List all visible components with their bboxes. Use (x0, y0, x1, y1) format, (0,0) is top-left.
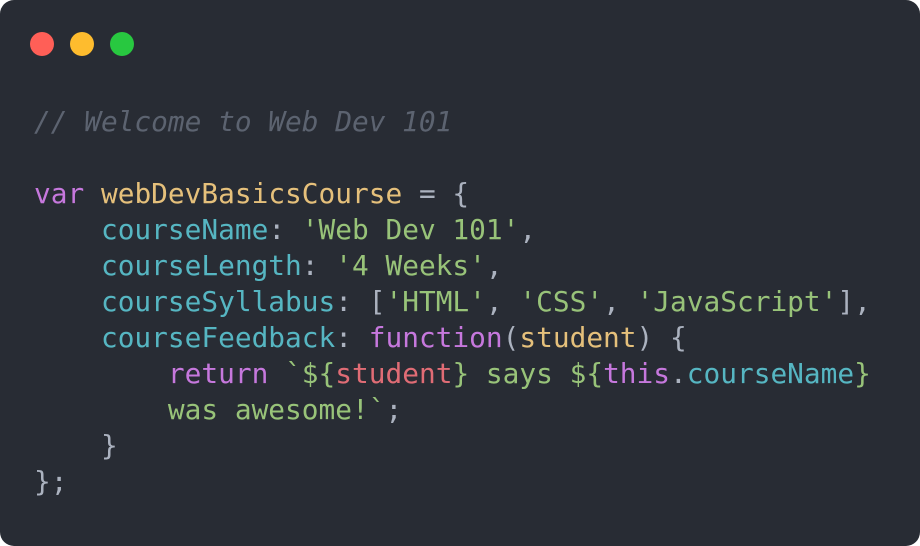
close-button[interactable] (30, 32, 54, 56)
keyword-this: this (603, 357, 671, 390)
string-course-length: '4 Weeks' (335, 249, 486, 282)
code-line-course-syllabus: courseSyllabus: ['HTML', 'CSS', 'JavaScr… (34, 284, 871, 320)
colon: : (301, 249, 336, 282)
code-comment: // Welcome to Web Dev 101 (34, 105, 453, 138)
keyword-return: return (167, 357, 269, 390)
code-line-course-name: courseName: 'Web Dev 101', (34, 212, 871, 248)
variable-name: webDevBasicsCourse (100, 177, 403, 210)
property-course-length: courseLength (100, 249, 302, 282)
code-line-return: return `${student} says ${this.courseNam… (34, 356, 871, 392)
template-middle: } says ${ (452, 357, 604, 390)
code-line-outer-close: }; (34, 464, 871, 500)
keyword-function: function (368, 321, 503, 354)
comma: , (519, 213, 537, 246)
colon: : (335, 321, 369, 354)
code-window: // Welcome to Web Dev 101 var webDevBasic… (0, 0, 920, 546)
string-javascript: 'JavaScript' (636, 285, 838, 318)
colon: : (335, 285, 369, 318)
interpolated-student: student (335, 357, 453, 390)
string-css: 'CSS' (519, 285, 604, 318)
template-open: `${ (285, 357, 336, 390)
array-close: ], (837, 285, 871, 318)
window-controls (30, 32, 134, 56)
parameter-student: student (519, 321, 637, 354)
property-course-name: courseName (100, 213, 269, 246)
comma: , (485, 249, 503, 282)
string-html: 'HTML' (385, 285, 486, 318)
string-course-name: 'Web Dev 101' (301, 213, 520, 246)
outer-close-brace: }; (34, 465, 68, 498)
template-brace-close: } (854, 357, 871, 390)
separator: , (603, 285, 637, 318)
semicolon: ; (385, 393, 403, 426)
code-line-course-length: courseLength: '4 Weeks', (34, 248, 871, 284)
assign-operator: = { (402, 177, 470, 210)
code-line-var: var webDevBasicsCourse = { (34, 176, 871, 212)
property-course-syllabus: courseSyllabus (100, 285, 336, 318)
inner-close-brace: } (100, 429, 118, 462)
paren-open: ( (502, 321, 520, 354)
keyword-var: var (34, 177, 85, 210)
code-line-comment: // Welcome to Web Dev 101 (34, 104, 871, 140)
minimize-button[interactable] (70, 32, 94, 56)
colon: : (268, 213, 302, 246)
maximize-button[interactable] (110, 32, 134, 56)
paren-close-brace: ) { (636, 321, 687, 354)
code-line-return-continued: was awesome!`; (34, 392, 871, 428)
separator: , (485, 285, 520, 318)
dot: . (670, 357, 687, 390)
interpolated-course-name: courseName (686, 357, 855, 390)
property-course-feedback: courseFeedback (100, 321, 336, 354)
template-text: was awesome!` (167, 393, 386, 426)
code-block: // Welcome to Web Dev 101 var webDevBasic… (34, 104, 871, 500)
array-open: [ (368, 285, 386, 318)
code-line-course-feedback: courseFeedback: function(student) { (34, 320, 871, 356)
code-line-inner-close: } (34, 428, 871, 464)
